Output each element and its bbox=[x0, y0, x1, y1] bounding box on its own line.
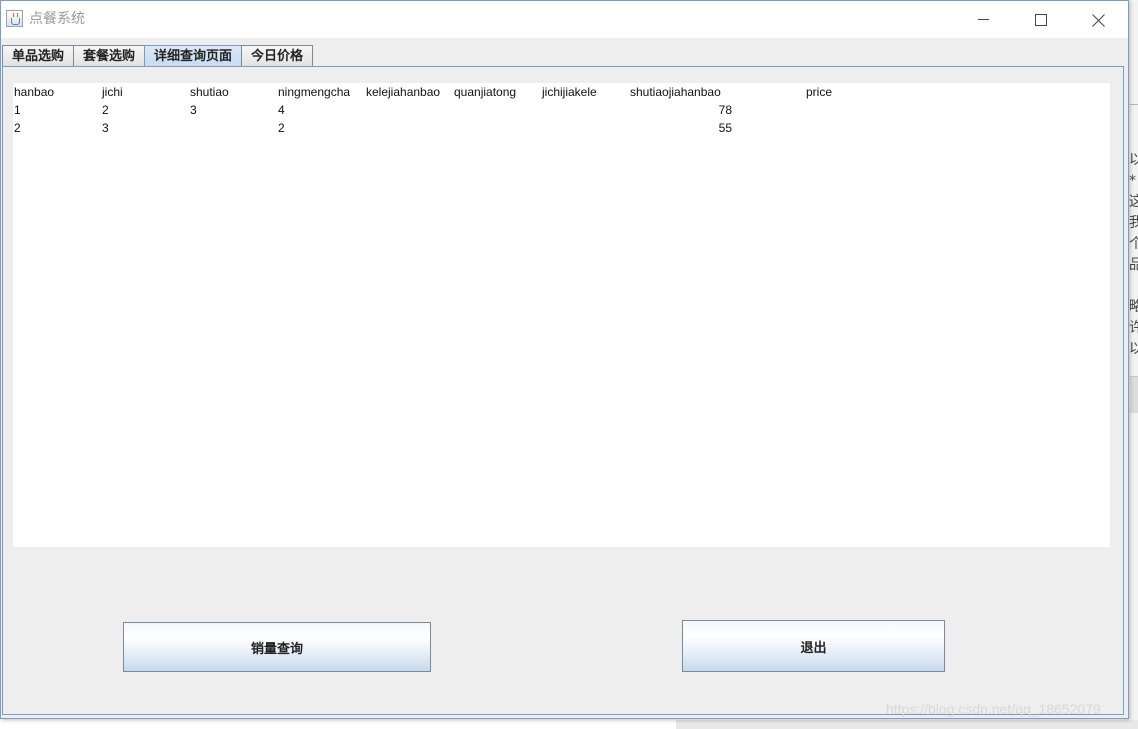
row-cell-price: 55 bbox=[718, 121, 732, 135]
screen: 以 * 这 我 个 品 略 许 以 点餐系统 单品选购 套餐选购 详细查询页面 bbox=[0, 0, 1138, 729]
background-taskbar-edge bbox=[676, 720, 1138, 729]
row-cell-shutiao: 3 bbox=[190, 103, 197, 117]
close-icon bbox=[1092, 13, 1106, 27]
header-cell: jichijiakele bbox=[542, 85, 597, 99]
java-app-icon bbox=[6, 10, 23, 27]
tab-combo-meal[interactable]: 套餐选购 bbox=[73, 45, 146, 66]
close-button[interactable] bbox=[1070, 1, 1128, 38]
row-cell-hanbao: 2 bbox=[14, 121, 21, 135]
header-cell: hanbao bbox=[14, 85, 55, 99]
row-cell-hanbao: 1 bbox=[14, 103, 21, 117]
background-divider bbox=[1130, 104, 1138, 105]
row-cell-price: 78 bbox=[718, 103, 732, 117]
query-result-text-area[interactable]: hanbao jichi shutiao ningmengcha kelejia… bbox=[13, 83, 1110, 547]
maximize-button[interactable] bbox=[1012, 1, 1070, 38]
header-cell: price bbox=[806, 85, 833, 99]
watermark-text: https://blog.csdn.net/qq_18652079 bbox=[886, 701, 1101, 717]
row-cell-jichi: 2 bbox=[102, 103, 109, 117]
result-header-row: hanbao jichi shutiao ningmengcha kelejia… bbox=[13, 83, 1110, 101]
header-cell: quanjiatong bbox=[454, 85, 517, 99]
maximize-icon bbox=[1035, 13, 1047, 26]
window-title: 点餐系统 bbox=[29, 11, 85, 27]
row-cell-jichi: 3 bbox=[102, 121, 109, 135]
header-cell: shutiao bbox=[190, 85, 229, 99]
tab-single-item[interactable]: 单品选购 bbox=[2, 45, 75, 66]
background-text: 以 * 这 我 个 品 略 许 以 bbox=[1129, 152, 1138, 357]
row-cell-ningmengcha: 2 bbox=[278, 121, 285, 135]
result-row: 2 3 2 55 bbox=[13, 119, 1110, 137]
row-cell-ningmengcha: 4 bbox=[278, 103, 285, 117]
sales-query-button[interactable]: 销量查询 bbox=[123, 622, 431, 672]
title-bar[interactable]: 点餐系统 bbox=[1, 1, 1128, 38]
tab-today-price[interactable]: 今日价格 bbox=[241, 45, 314, 66]
background-panel bbox=[1130, 376, 1138, 413]
result-row: 1 2 3 4 78 bbox=[13, 101, 1110, 119]
main-window: 点餐系统 单品选购 套餐选购 详细查询页面 今日价格 hanbao jichi … bbox=[0, 0, 1129, 719]
minimize-icon bbox=[977, 19, 989, 20]
tab-detail-query[interactable]: 详细查询页面 bbox=[144, 45, 243, 67]
header-cell: jichi bbox=[102, 85, 123, 99]
header-cell: ningmengcha bbox=[278, 85, 351, 99]
exit-button[interactable]: 退出 bbox=[682, 620, 945, 672]
header-cell: shutiaojiahanbao bbox=[630, 85, 721, 99]
header-cell: kelejiahanbao bbox=[366, 85, 441, 99]
tab-bar: 单品选购 套餐选购 详细查询页面 今日价格 bbox=[2, 45, 314, 67]
minimize-button[interactable] bbox=[954, 1, 1012, 38]
